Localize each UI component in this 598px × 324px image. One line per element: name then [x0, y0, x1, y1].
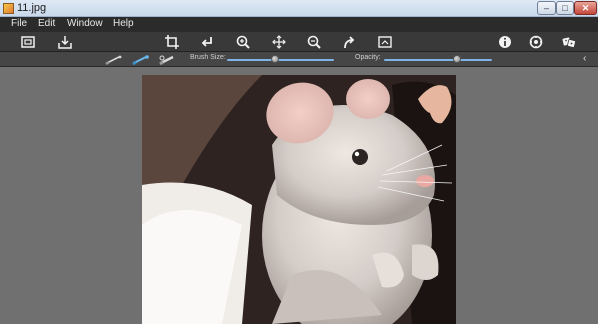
fit-icon[interactable]	[377, 34, 393, 50]
settings-icon[interactable]	[528, 34, 544, 50]
compare-icon[interactable]	[20, 34, 36, 50]
menu-edit[interactable]: Edit	[38, 18, 55, 29]
window-title: 11.jpg	[17, 2, 47, 14]
brush-size-slider[interactable]	[227, 59, 334, 61]
redo-icon[interactable]	[341, 34, 357, 50]
info-icon[interactable]	[497, 34, 513, 50]
minimize-button[interactable]: –	[537, 1, 556, 15]
opacity-slider[interactable]	[384, 59, 492, 61]
brush-size-label: Brush Size:	[190, 54, 226, 61]
opacity-label: Opacity:	[355, 54, 381, 61]
random-icon[interactable]	[561, 34, 577, 50]
zoom-out-icon[interactable]	[306, 34, 322, 50]
app-icon	[3, 3, 14, 14]
brush-large-icon[interactable]	[158, 53, 178, 66]
move-icon[interactable]	[271, 34, 287, 50]
title-bar: 11.jpg – □ ✕	[0, 0, 598, 17]
maximize-button[interactable]: □	[556, 1, 574, 15]
close-button[interactable]: ✕	[574, 1, 597, 15]
save-icon[interactable]	[57, 34, 73, 50]
opacity-thumb[interactable]	[453, 55, 462, 63]
brush-small-icon[interactable]	[104, 53, 124, 66]
menu-bar: File Edit Window Help	[0, 17, 598, 32]
toolbar	[0, 32, 598, 52]
undo-icon[interactable]	[199, 34, 215, 50]
canvas-area	[0, 67, 598, 324]
menu-help[interactable]: Help	[113, 18, 134, 29]
collapse-panel-icon[interactable]: ‹	[583, 53, 586, 64]
brush-size-thumb[interactable]	[271, 55, 280, 63]
menu-window[interactable]: Window	[67, 18, 103, 29]
menu-file[interactable]: File	[11, 18, 27, 29]
options-bar: Brush Size: Opacity: ‹	[0, 52, 598, 67]
photo-canvas[interactable]	[142, 75, 456, 324]
crop-icon[interactable]	[164, 34, 180, 50]
chinchilla-photo	[142, 75, 456, 324]
zoom-in-icon[interactable]	[235, 34, 251, 50]
brush-medium-icon[interactable]	[131, 53, 151, 66]
